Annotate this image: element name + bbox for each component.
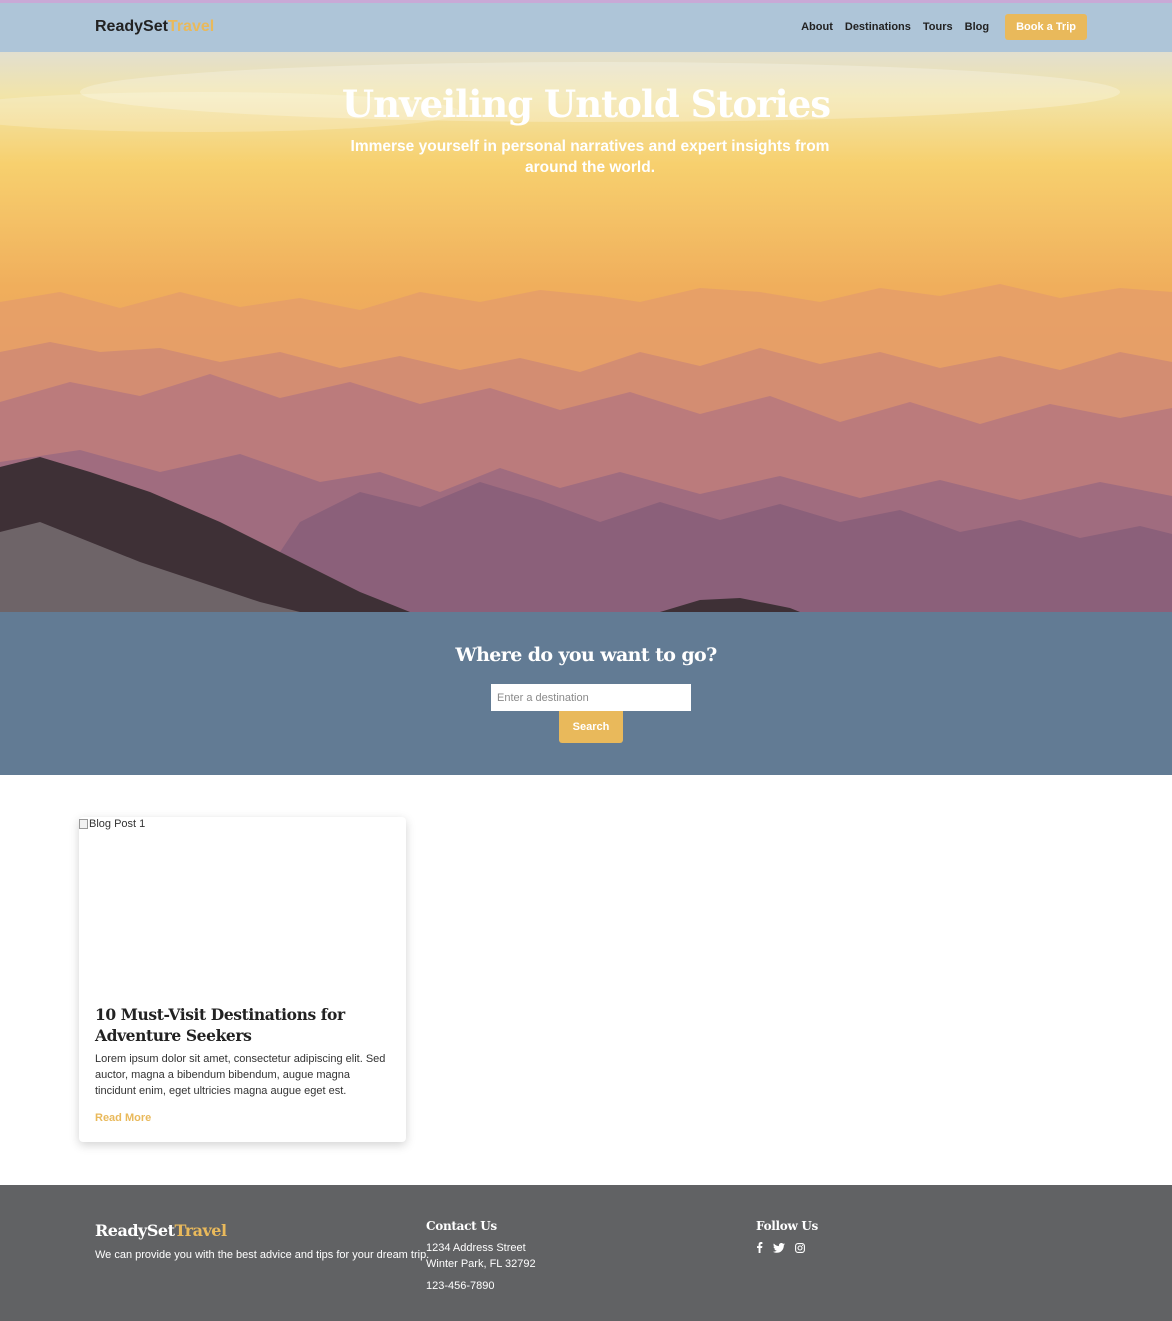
instagram-icon[interactable] — [795, 1242, 805, 1253]
nav-tours[interactable]: Tours — [923, 21, 953, 33]
social-links — [756, 1242, 815, 1253]
follow-heading: Follow Us — [756, 1219, 819, 1233]
blog-post-image: Blog Post 1 — [79, 817, 406, 995]
blog-post-title[interactable]: 10 Must-Visit Destinations for Adventure… — [95, 1004, 385, 1046]
search-section: Where do you want to go? Search — [0, 612, 1172, 775]
blog-post-excerpt: Lorem ipsum dolor sit amet, consectetur … — [95, 1053, 386, 1097]
logo-text-primary: ReadySet — [95, 18, 168, 35]
footer-description: We can provide you with the best advice … — [95, 1249, 430, 1261]
read-more-link[interactable]: Read More — [95, 1112, 151, 1124]
hero-section: Unveiling Untold Stories Immerse yoursel… — [0, 52, 1172, 612]
book-trip-button[interactable]: Book a Trip — [1005, 14, 1087, 40]
footer-logo-primary: ReadySet — [95, 1221, 175, 1240]
broken-image-placeholder: Blog Post 1 — [79, 818, 145, 830]
site-header: ReadySetTravel About Destinations Tours … — [0, 3, 1172, 52]
nav-destinations[interactable]: Destinations — [845, 21, 911, 33]
blog-post-image-alt: Blog Post 1 — [89, 818, 146, 830]
hero-title: Unveiling Untold Stories — [341, 82, 831, 126]
main-nav: About Destinations Tours Blog Book a Tri… — [789, 14, 1087, 40]
blog-post-card: Blog Post 1 10 Must-Visit Destinations f… — [79, 817, 406, 1142]
destination-search-input[interactable] — [491, 684, 691, 711]
footer-logo[interactable]: ReadySetTravel — [95, 1221, 227, 1240]
address-line-1: 1234 Address Street — [426, 1242, 526, 1254]
search-button[interactable]: Search — [559, 711, 623, 743]
nav-blog[interactable]: Blog — [965, 21, 989, 33]
facebook-icon[interactable] — [756, 1242, 763, 1253]
site-logo[interactable]: ReadySetTravel — [95, 18, 214, 36]
phone-number: 123-456-7890 — [426, 1280, 495, 1292]
broken-image-icon — [79, 819, 88, 829]
site-footer: ReadySetTravel We can provide you with t… — [0, 1185, 1172, 1321]
hero-subtitle: Immerse yourself in personal narratives … — [350, 138, 830, 176]
logo-text-accent: Travel — [167, 18, 215, 35]
search-heading: Where do you want to go? — [455, 644, 717, 666]
nav-about[interactable]: About — [801, 21, 833, 33]
address-line-2: Winter Park, FL 32792 — [426, 1258, 536, 1270]
footer-logo-accent: Travel — [174, 1221, 227, 1240]
twitter-icon[interactable] — [773, 1242, 785, 1253]
contact-heading: Contact Us — [426, 1219, 497, 1233]
